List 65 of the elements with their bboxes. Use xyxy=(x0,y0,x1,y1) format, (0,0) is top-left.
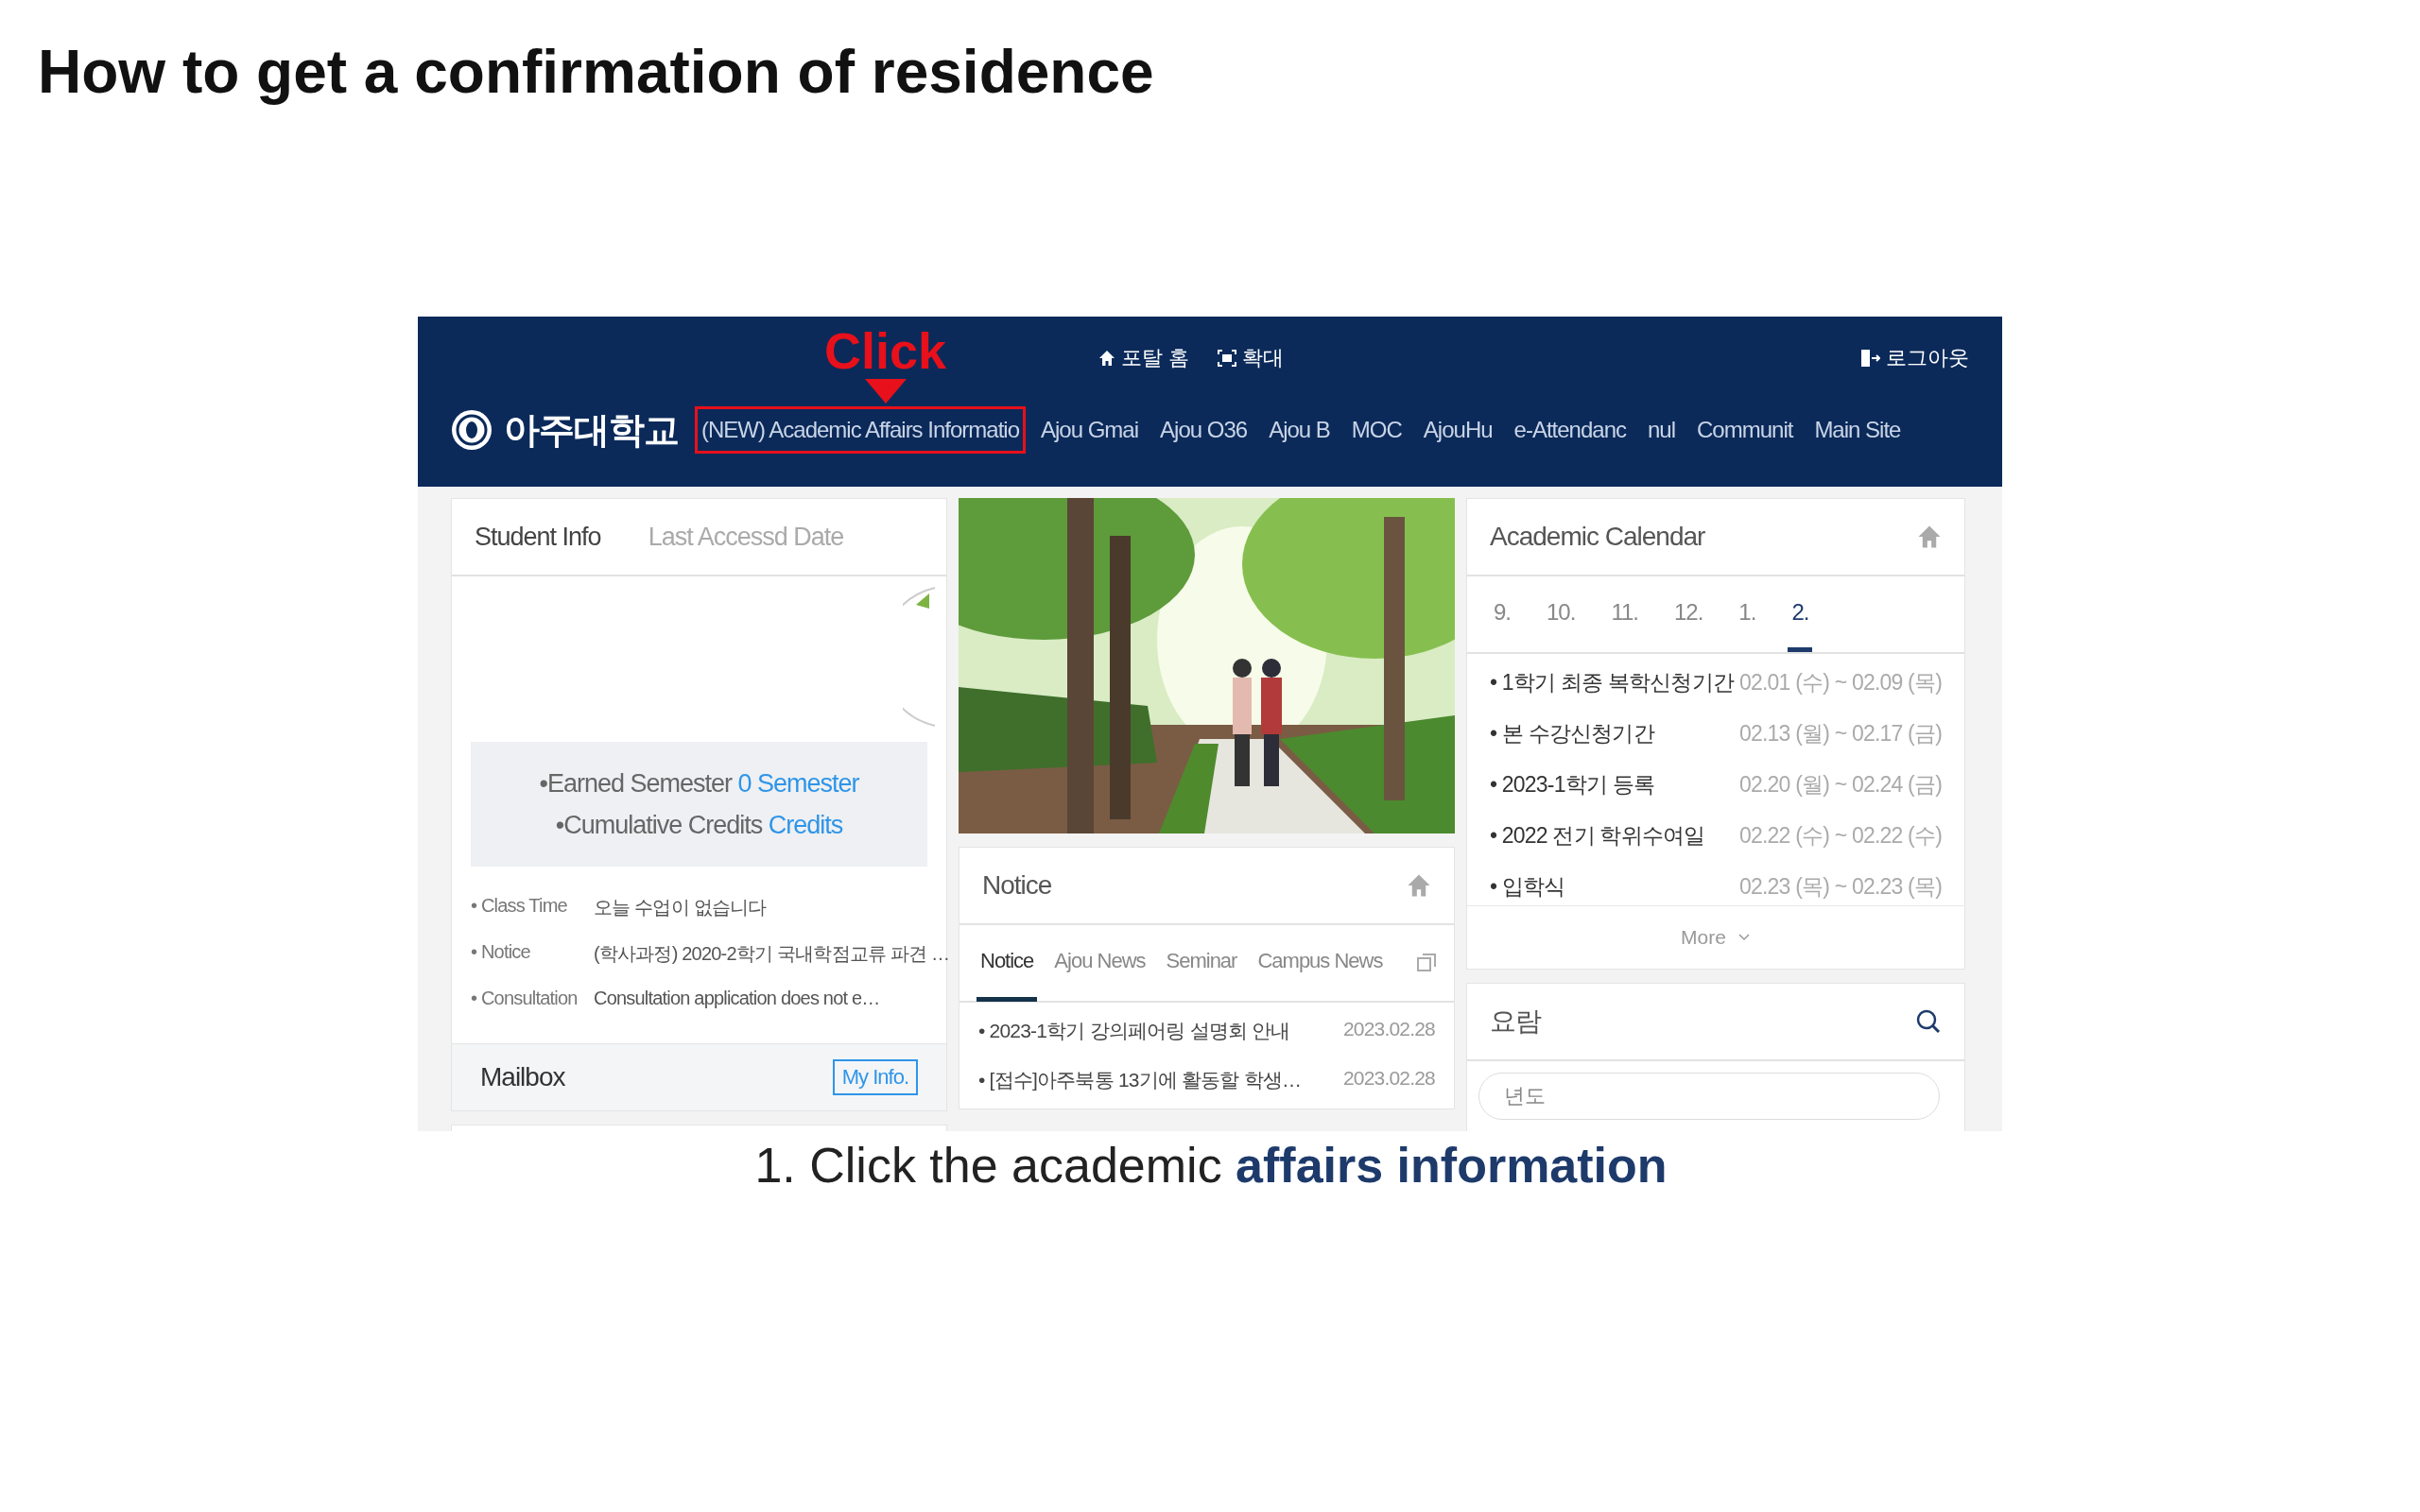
mailbox-label: Mailbox xyxy=(480,1062,565,1092)
event-title: • 입학식 xyxy=(1490,873,1565,901)
card-title: Academic Calendar xyxy=(1490,522,1705,552)
event-dates: 02.23 (목) ~ 02.23 (목) xyxy=(1739,873,1942,901)
nav-link[interactable]: Ajou O36 xyxy=(1153,406,1254,454)
annotation-label: Click xyxy=(824,322,947,379)
header-link[interactable]: 포탈 홈 xyxy=(1098,344,1190,372)
event-title: • 2023-1학기 등록 xyxy=(1490,771,1655,799)
event-title: • 2022 전기 학위수여일 xyxy=(1490,822,1705,850)
year-field[interactable]: 년도 xyxy=(1478,1073,1940,1120)
month-tab[interactable]: 2. xyxy=(1788,576,1813,652)
search-icon[interactable] xyxy=(1915,1008,1942,1035)
detail-label: • Consultation xyxy=(471,988,579,1009)
step-caption: 1. Click the academic affairs information xyxy=(753,1137,1668,1194)
nav-link[interactable]: Communit xyxy=(1690,406,1800,454)
detail-value: (학사과정) 2020-2학기 국내학점교류 파견 … xyxy=(594,942,950,966)
card-tab[interactable]: Student Info xyxy=(475,522,601,552)
notice-date: 2023.02.28 xyxy=(1342,1067,1435,1091)
month-tab[interactable]: 11. xyxy=(1607,576,1642,652)
notice-tab[interactable]: Seminar xyxy=(1162,924,1241,1002)
nav-link[interactable]: (NEW) Academic Affairs Informatio xyxy=(695,406,1026,454)
nav-link[interactable]: nul xyxy=(1641,406,1682,454)
detail-label: • Notice xyxy=(471,941,531,964)
nav-link[interactable]: AjouHu xyxy=(1416,406,1499,454)
notice-tab[interactable]: Notice xyxy=(977,924,1038,1002)
event-dates: 02.01 (수) ~ 02.09 (목) xyxy=(1739,669,1942,696)
header-link[interactable]: 확대 xyxy=(1218,344,1285,372)
home-icon xyxy=(1098,350,1115,367)
card-title: 요람 xyxy=(1490,1005,1541,1038)
notice-link[interactable]: • 2023-1학기 강의페어링 설명회 안내 xyxy=(978,1018,1290,1044)
university-logo-text: 아주대학교 xyxy=(504,408,679,452)
slide-title: How to get a confirmation of residence xyxy=(37,37,1155,108)
notice-tab[interactable]: Campus News xyxy=(1253,924,1387,1002)
month-tab[interactable]: 12. xyxy=(1670,576,1707,652)
chevron-down-icon xyxy=(1737,933,1751,942)
card-title: Notice xyxy=(982,870,1052,901)
event-dates: 02.20 (월) ~ 02.24 (금) xyxy=(1739,771,1942,799)
university-emblem-icon xyxy=(451,409,493,451)
detail-value: Consultation application does not e… xyxy=(594,988,880,1009)
event-dates: 02.13 (월) ~ 02.17 (금) xyxy=(1739,720,1942,747)
home-icon[interactable] xyxy=(1407,873,1431,898)
header-link[interactable]: 로그아웃 xyxy=(1859,344,1969,372)
month-tab[interactable]: 10. xyxy=(1543,576,1580,652)
nav-link[interactable]: Main Site xyxy=(1807,406,1908,454)
notice-link[interactable]: • [접수]아주북통 13기에 활동할 학생… xyxy=(978,1067,1302,1093)
detail-value: 오늘 수업이 없습니다 xyxy=(594,896,767,919)
home-icon[interactable] xyxy=(1917,524,1942,549)
event-title: • 본 수강신청기간 xyxy=(1490,720,1654,747)
pointer-arrow-icon xyxy=(864,379,907,404)
notice-date: 2023.02.28 xyxy=(1342,1018,1435,1041)
month-tab[interactable]: 1. xyxy=(1735,576,1760,652)
nav-link[interactable]: Ajou B xyxy=(1262,406,1337,454)
copy-icon[interactable] xyxy=(1416,953,1437,973)
nav-link[interactable]: Ajou Gmai xyxy=(1034,406,1146,454)
detail-label: • Class Time xyxy=(471,895,568,918)
nav-link[interactable]: e-Attendanc xyxy=(1507,406,1633,454)
month-tab[interactable]: 9. xyxy=(1490,576,1514,652)
expand-icon xyxy=(1218,350,1237,367)
summary-line: •Earned Semester 0 Semester xyxy=(539,768,859,799)
summary-line: •Cumulative Credits Credits xyxy=(555,810,843,841)
nav-link[interactable]: MOC xyxy=(1344,406,1409,454)
event-title: • 1학기 최종 복학신청기간 xyxy=(1490,669,1734,696)
logout-icon xyxy=(1859,349,1880,368)
notice-tab[interactable]: Ajou News xyxy=(1050,924,1150,1002)
event-dates: 02.22 (수) ~ 02.22 (수) xyxy=(1739,822,1942,850)
